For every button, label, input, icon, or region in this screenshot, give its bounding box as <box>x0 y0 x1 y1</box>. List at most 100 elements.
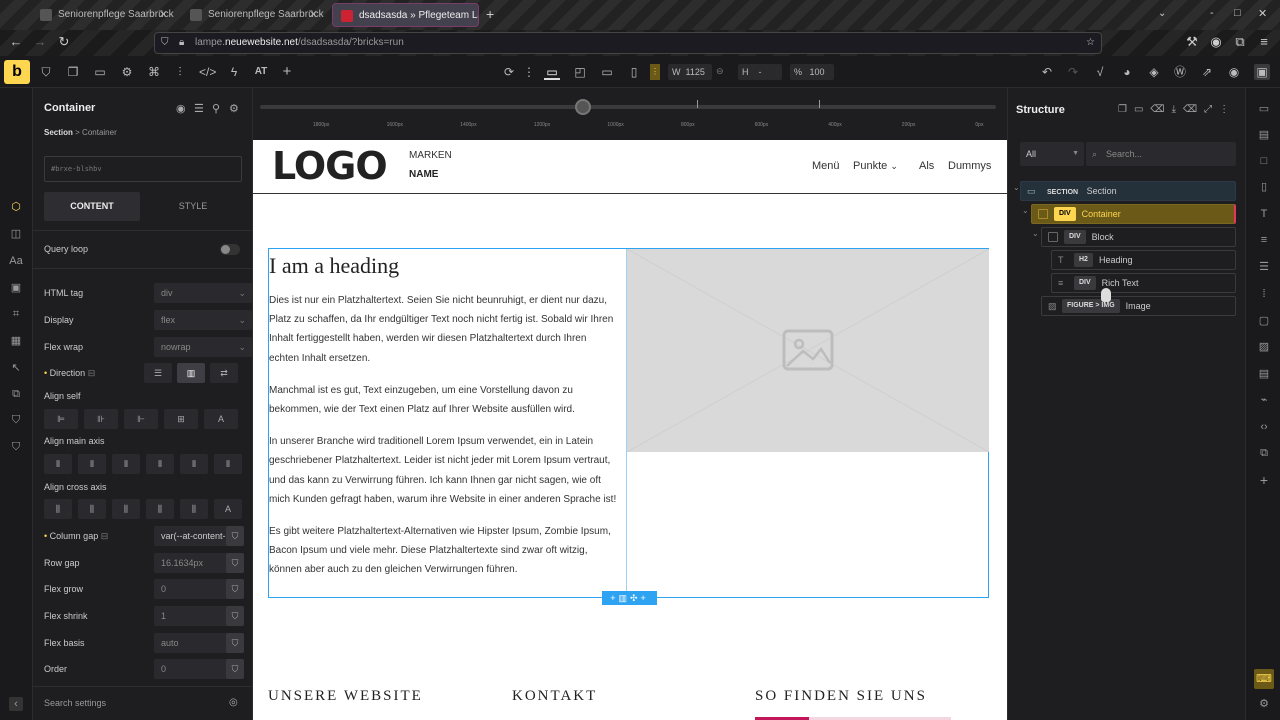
button-element-icon[interactable]: ▢ <box>1257 314 1271 328</box>
command-icon[interactable]: ⌘ <box>146 64 162 80</box>
chevron-down-icon[interactable]: ⌄ <box>1013 183 1020 192</box>
menu-item[interactable]: Als <box>919 160 934 172</box>
link-element-icon[interactable]: ⌁ <box>1257 393 1271 407</box>
template-element-icon[interactable]: ⧉ <box>1257 446 1271 460</box>
div-element-icon[interactable]: ▯ <box>1257 180 1271 194</box>
browser-tab[interactable]: Seniorenpflege Saarbrücken ✕ <box>182 3 324 27</box>
undo-icon[interactable]: ↶ <box>1039 64 1055 80</box>
flex-basis-input[interactable]: auto <box>154 633 232 653</box>
element-actions-bar[interactable]: +▥✣+ <box>602 591 657 605</box>
structure-node-image[interactable]: ▨ FIGURE > IMG Image <box>1041 296 1236 316</box>
variable-icon[interactable]: ⛉ <box>226 659 244 679</box>
trash-icon[interactable]: ⌫ <box>1150 104 1171 115</box>
items-wrap-icon[interactable]: ⫼ <box>180 499 208 519</box>
image-placeholder[interactable] <box>626 248 990 453</box>
flex-wrap-select[interactable]: nowrap ⌄ <box>154 337 252 357</box>
structure-node-section[interactable]: ▭ SECTION Section <box>1020 181 1236 201</box>
delete-icon[interactable]: ⌫ <box>1183 104 1204 115</box>
items-stretch-icon[interactable]: ⫼ <box>146 499 174 519</box>
breakpoint-indicator-icon[interactable]: ⋮ <box>650 64 660 80</box>
add-element-icon[interactable]: + <box>1257 473 1271 487</box>
more-icon[interactable]: ⋮ <box>521 64 537 80</box>
wrench-icon[interactable]: ⚒ <box>1184 34 1200 50</box>
background-icon[interactable]: ▣ <box>9 281 23 295</box>
site-logo[interactable]: LOGO <box>272 147 388 185</box>
account-icon[interactable]: ◉ <box>1208 34 1224 50</box>
justify-around-icon[interactable]: ⫴ <box>180 454 208 474</box>
shield-icon[interactable]: ⛉ <box>38 64 54 80</box>
direction-row-icon[interactable]: ▥ <box>177 363 205 383</box>
tablet-landscape-icon[interactable]: ▭ <box>599 64 615 80</box>
close-window-icon[interactable]: ✕ <box>1258 7 1267 20</box>
checkbox-icon[interactable] <box>1048 232 1058 242</box>
variable-icon[interactable]: ⛉ <box>226 553 244 573</box>
items-end-icon[interactable]: ⫼ <box>112 499 140 519</box>
eye-icon[interactable]: ◉ <box>176 102 186 115</box>
flex-grow-input[interactable]: 0 <box>154 579 232 599</box>
variable-icon[interactable]: ⛉ <box>226 579 244 599</box>
reload-icon[interactable]: ↻ <box>56 34 72 50</box>
code-icon[interactable]: </> <box>199 64 216 80</box>
width-field[interactable]: W 1125 <box>668 64 712 80</box>
container-element-icon[interactable]: ▤ <box>1257 128 1271 142</box>
rich-text[interactable]: Dies ist nur ein Platzhaltertext. Seien … <box>269 291 619 580</box>
direction-column-icon[interactable]: ☰ <box>144 363 172 383</box>
cursor-icon[interactable]: ↖ <box>9 361 23 375</box>
chevron-down-icon[interactable]: ⌄ <box>1022 206 1029 215</box>
pages-icon[interactable]: ❐ <box>65 64 81 80</box>
close-icon[interactable]: ✕ <box>159 3 168 27</box>
items-center-icon[interactable]: ⫼ <box>78 499 106 519</box>
add-icon[interactable]: + <box>279 64 295 80</box>
wordpress-icon[interactable]: Ⓦ <box>1172 64 1188 80</box>
gear-icon[interactable]: ⚙ <box>119 64 135 80</box>
flex-shrink-input[interactable]: 1 <box>154 606 232 626</box>
content-heading[interactable]: I am a heading <box>269 253 399 279</box>
menu-icon[interactable]: ≡ <box>1256 34 1272 50</box>
layers-icon[interactable]: ◈ <box>1146 64 1162 80</box>
section-element-icon[interactable]: ▭ <box>1257 102 1271 116</box>
at-button[interactable]: AT <box>250 64 272 80</box>
border-icon[interactable]: ⌗ <box>9 307 23 321</box>
chevron-down-icon[interactable]: ⌄ <box>1032 229 1039 238</box>
block[interactable]: I am a heading Dies ist nur ein Platzhal… <box>269 249 627 599</box>
structure-search-input[interactable]: ⌕ Search... <box>1086 142 1236 166</box>
download-icon[interactable]: ⤓ <box>1172 104 1183 115</box>
menu-item[interactable]: Dummys <box>948 160 991 172</box>
attributes-icon[interactable]: ⛉ <box>9 440 23 454</box>
justify-center-icon[interactable]: ⫴ <box>78 454 106 474</box>
query-loop-toggle[interactable] <box>220 244 240 255</box>
heading-element-icon[interactable]: T <box>1257 207 1271 221</box>
desktop-icon[interactable]: ▭ <box>544 64 560 80</box>
move-icon[interactable]: ✣ <box>630 593 641 603</box>
justify-evenly-icon[interactable]: ⫴ <box>214 454 242 474</box>
more-icon[interactable]: ⋮ <box>1219 104 1236 115</box>
items-baseline-icon[interactable]: A <box>214 499 242 519</box>
url-bar[interactable]: ⛉ 🔒︎ lampe.neuewebsite.net/dsadsasda/?br… <box>154 32 1102 54</box>
expand-icon[interactable]: ⤢ <box>1204 104 1219 115</box>
filter-select[interactable]: All ▼ <box>1020 142 1084 166</box>
variable-icon[interactable]: ⛉ <box>226 526 244 546</box>
align-stretch-icon[interactable]: ⊞ <box>164 409 198 429</box>
clipboard-icon[interactable]: ❐ <box>1118 104 1134 115</box>
zoom-out-icon[interactable]: ⊖ <box>716 66 724 77</box>
transform-icon[interactable]: ⧉ <box>9 387 23 401</box>
mobile-icon[interactable]: ▯ <box>626 64 642 80</box>
typography-icon[interactable]: Aa <box>9 254 23 268</box>
minimize-icon[interactable]: ‐ <box>1210 7 1214 19</box>
row-gap-input[interactable]: 16.1634px <box>154 553 232 573</box>
external-link-icon[interactable]: ⇗ <box>1199 64 1215 80</box>
variable-icon[interactable]: ⛉ <box>226 633 244 653</box>
keyboard-icon[interactable]: ⌨ <box>1254 669 1274 689</box>
tab-list-icon[interactable]: ⌄ <box>1158 8 1166 19</box>
layout-icon[interactable]: ◫ <box>9 227 23 241</box>
tab-content[interactable]: CONTENT <box>44 192 140 221</box>
code-element-icon[interactable]: ‹› <box>1257 420 1271 434</box>
element-icon[interactable]: ⬡ <box>9 200 23 214</box>
variable-icon[interactable]: ⛉ <box>226 606 244 626</box>
builder-canvas[interactable]: 1800px 1600px 1400px 1200px 1000px 800px 600px… <box>253 88 1007 720</box>
folder-icon[interactable]: ▭ <box>92 64 108 80</box>
extensions-icon[interactable]: ⧉ <box>1232 34 1248 50</box>
collapse-icon[interactable]: ‹ <box>9 697 23 711</box>
block-element-icon[interactable]: □ <box>1257 154 1271 168</box>
video-element-icon[interactable]: ▤ <box>1257 367 1271 381</box>
